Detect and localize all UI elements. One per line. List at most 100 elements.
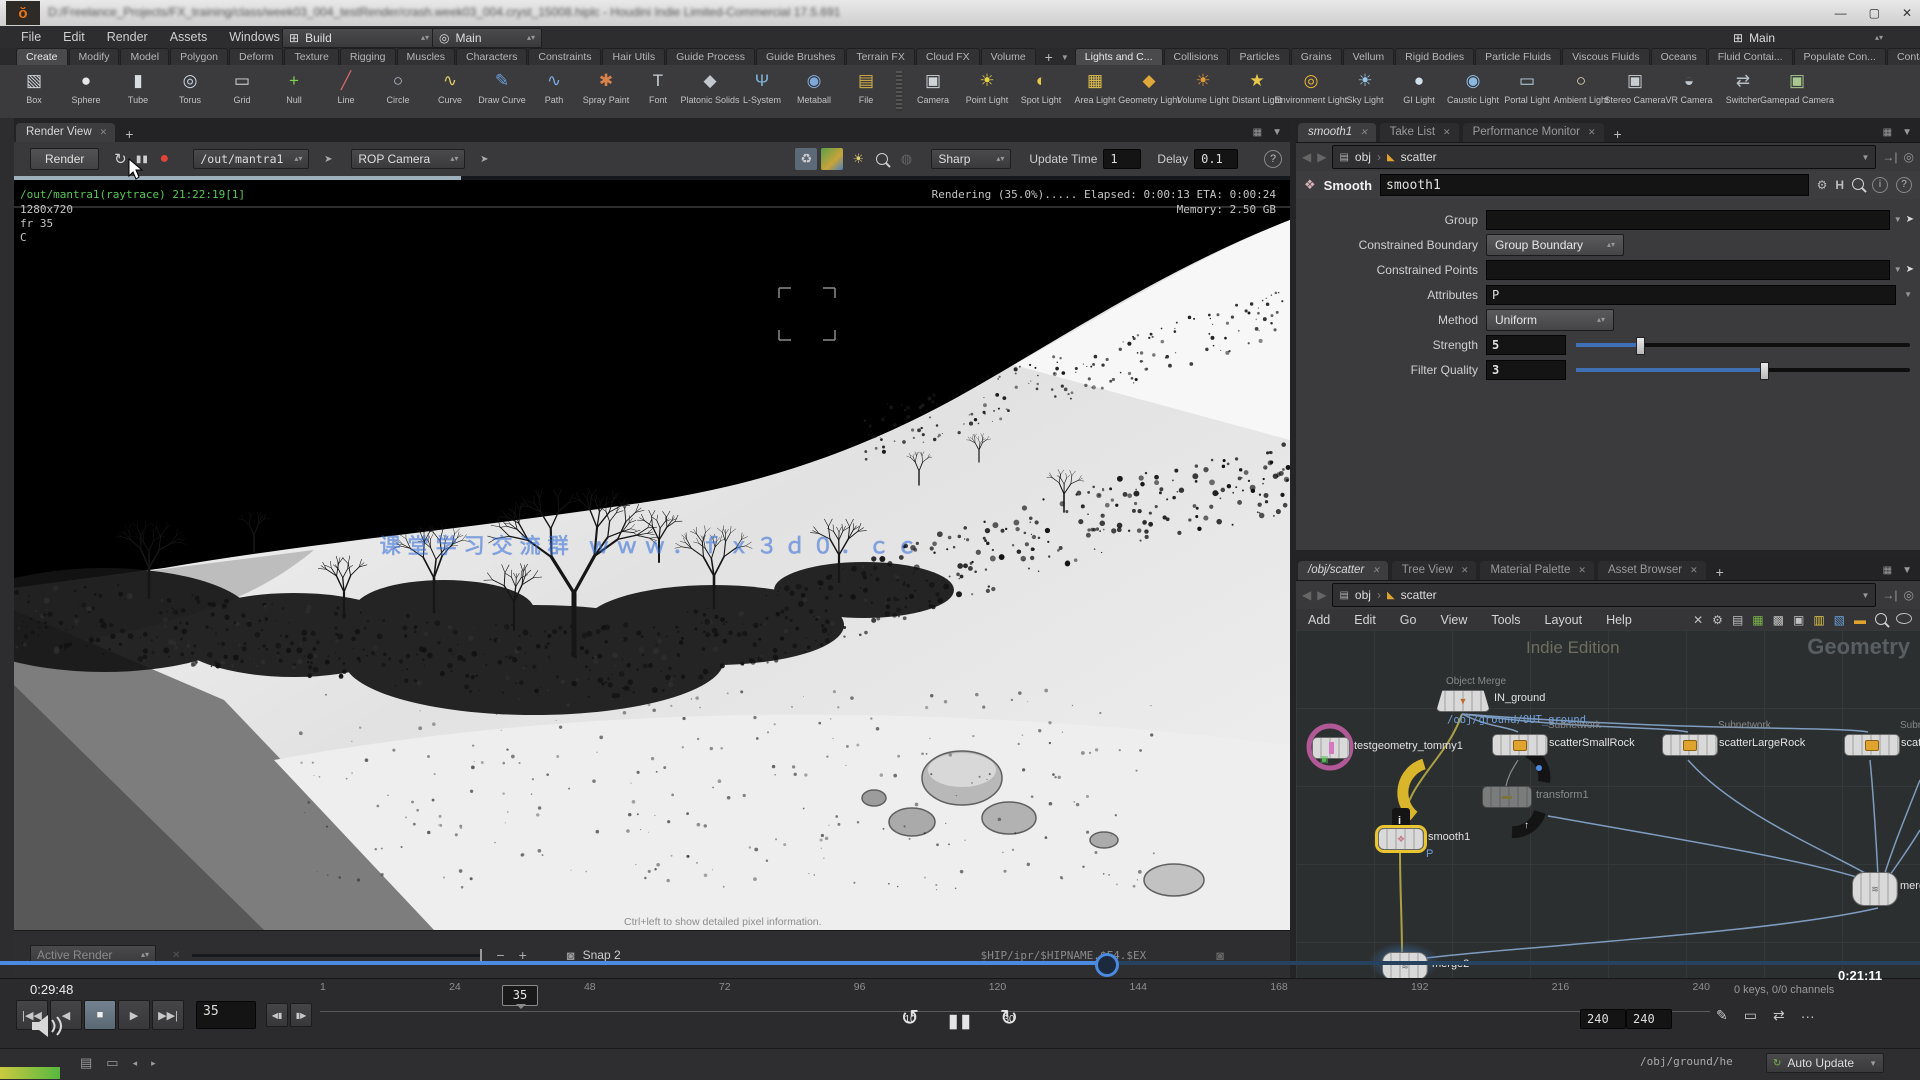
pane-maximize-icon[interactable]: ▦ bbox=[1883, 565, 1892, 576]
shelf-tab[interactable]: Populate Con... bbox=[1794, 48, 1886, 65]
help-icon[interactable]: ? bbox=[1264, 150, 1282, 168]
shelf-tab[interactable]: Constraints bbox=[528, 48, 601, 65]
shelf-tool[interactable]: ▦ Area Light bbox=[1068, 69, 1122, 105]
shelf-tool[interactable]: ▤ File bbox=[840, 69, 892, 105]
range-end-field[interactable]: 240 bbox=[1626, 1009, 1672, 1029]
shelf-tab[interactable]: Cloud FX bbox=[916, 48, 980, 65]
toolbox-icon[interactable]: ▬ bbox=[1854, 613, 1866, 627]
menu-item[interactable]: Add bbox=[1296, 613, 1342, 627]
update-time-field[interactable]: 1 bbox=[1103, 149, 1141, 169]
nav-back-icon[interactable]: ◀ bbox=[1302, 588, 1311, 602]
filter-quality-field[interactable]: 3 bbox=[1486, 360, 1566, 380]
shelf-tool[interactable]: ☀ Volume Light bbox=[1176, 69, 1230, 105]
video-progress-bar[interactable] bbox=[0, 961, 1920, 965]
grid-color-icon[interactable]: ▦ bbox=[1752, 613, 1763, 627]
add-pane-tab-button[interactable]: + bbox=[117, 126, 141, 142]
group-menu-icon[interactable]: ▼ bbox=[1890, 215, 1906, 224]
pane-tab[interactable]: Performance Monitor✕ bbox=[1463, 123, 1604, 142]
shelf-tab[interactable]: Guide Brushes bbox=[756, 48, 845, 65]
method-dropdown[interactable]: Uniform ▴▾ bbox=[1486, 309, 1614, 331]
attributes-field[interactable]: P bbox=[1486, 285, 1896, 305]
menu-item[interactable]: File bbox=[10, 26, 52, 48]
shelf-tool[interactable]: ▣ Stereo Camera bbox=[1608, 69, 1662, 105]
nav-forward-icon[interactable]: ▶ bbox=[1317, 150, 1326, 164]
desk-selector-right[interactable]: ⊞ Main ▴▾ bbox=[1726, 28, 1890, 48]
node-help-icon[interactable]: ? bbox=[1896, 177, 1912, 193]
shelf-tool[interactable]: ◎ Torus bbox=[164, 69, 216, 105]
shelf-tool[interactable]: T Font bbox=[632, 69, 684, 105]
menu-item[interactable]: Windows bbox=[218, 26, 291, 48]
node-transform1[interactable] bbox=[1482, 786, 1532, 808]
points-select-arrow-icon[interactable]: ➤ bbox=[1906, 264, 1920, 275]
whiteboard-icon[interactable]: ▤ bbox=[80, 1055, 92, 1071]
menu-item[interactable]: Render bbox=[96, 26, 159, 48]
info-icon[interactable]: i bbox=[1872, 177, 1888, 193]
visibility-icon[interactable] bbox=[1896, 613, 1912, 627]
stop-render-icon[interactable]: ● bbox=[153, 148, 175, 170]
minimize-button[interactable]: — bbox=[1835, 6, 1847, 20]
tools-icon[interactable]: ✕ bbox=[1693, 613, 1703, 627]
add-shelf-tab-button[interactable]: + bbox=[1037, 49, 1061, 65]
shelf-tool[interactable]: ◆ Platonic Solids bbox=[684, 69, 736, 105]
step-back-button[interactable]: ◀▮ bbox=[266, 1003, 288, 1027]
menu-item[interactable]: Assets bbox=[159, 26, 219, 48]
sticky-note-icon[interactable]: ▥ bbox=[1813, 613, 1824, 627]
menu-item[interactable]: Layout bbox=[1533, 613, 1595, 627]
skip-back-10-button[interactable]: ↺ 10 bbox=[893, 1008, 927, 1025]
background-image-icon[interactable]: ▧ bbox=[1834, 613, 1845, 627]
desktop-selector[interactable]: ⊞ Build ▴▾ bbox=[282, 28, 436, 48]
node-testgeometry[interactable] bbox=[1312, 737, 1350, 759]
nav-back-icon[interactable]: ◀ bbox=[1302, 150, 1311, 164]
shelf-tab[interactable]: Oceans bbox=[1651, 48, 1707, 65]
menu-item[interactable]: Edit bbox=[1342, 613, 1388, 627]
range-start-field[interactable]: 240 bbox=[1580, 1009, 1626, 1029]
tree-icon[interactable]: ⚙ bbox=[1712, 613, 1723, 627]
strength-slider[interactable] bbox=[1576, 343, 1910, 347]
shelf-tool[interactable]: ✱ Spray Paint bbox=[580, 69, 632, 105]
tab-render-view[interactable]: Render View✕ bbox=[16, 123, 115, 142]
path-node[interactable]: scatter bbox=[1401, 150, 1437, 164]
follow-icon[interactable]: ◎ bbox=[1904, 150, 1914, 164]
shelf-tab[interactable]: Container Tools bbox=[1887, 48, 1920, 65]
shelf-tab[interactable]: Muscles bbox=[397, 48, 456, 65]
shelf-tool[interactable]: ◆ Geometry Light bbox=[1122, 69, 1176, 105]
menu-item[interactable]: View bbox=[1428, 613, 1479, 627]
pane-tab[interactable]: Asset Browser✕ bbox=[1598, 561, 1706, 580]
shelf-tool[interactable]: ▮ Tube bbox=[112, 69, 164, 105]
node-scatter-small-rock[interactable] bbox=[1492, 734, 1548, 756]
shelf-tab[interactable]: Texture bbox=[284, 48, 338, 65]
pane-tab[interactable]: Take List✕ bbox=[1380, 123, 1459, 142]
shelf-tab[interactable]: Rigid Bodies bbox=[1395, 48, 1474, 65]
hscript-icon[interactable]: H bbox=[1835, 178, 1844, 192]
node-scatter-large-rock[interactable] bbox=[1662, 734, 1718, 756]
add-pane-tab-button[interactable]: + bbox=[1606, 126, 1630, 142]
menu-item[interactable]: Help bbox=[1594, 613, 1644, 627]
network-canvas[interactable]: Indie Edition Geometry ↑ bbox=[1296, 630, 1920, 978]
go-to-end-button[interactable]: ▶▶| bbox=[152, 1000, 184, 1030]
skip-forward-30-button[interactable]: ↻ 30 bbox=[992, 1008, 1026, 1025]
search-icon[interactable] bbox=[1875, 613, 1887, 628]
camera-selector[interactable]: ROP Camera ▴▾ bbox=[351, 149, 465, 169]
shelf-tab[interactable]: Volume bbox=[981, 48, 1036, 65]
rop-picker-icon[interactable]: ➤ bbox=[317, 148, 339, 170]
shelf-tool[interactable]: Ψ L-System bbox=[736, 69, 788, 105]
path-root[interactable]: obj bbox=[1355, 588, 1371, 602]
shelf-tab[interactable]: Characters bbox=[456, 48, 527, 65]
shelf-tab[interactable]: Rigging bbox=[340, 48, 396, 65]
add-pane-tab-button[interactable]: + bbox=[1708, 564, 1732, 580]
shelf-tab[interactable]: Particles bbox=[1229, 48, 1289, 65]
pane-tab[interactable]: Material Palette✕ bbox=[1480, 561, 1593, 580]
stop-button[interactable]: ■ bbox=[84, 1000, 116, 1030]
close-tab-icon[interactable]: ✕ bbox=[100, 127, 108, 138]
render-button[interactable]: Render bbox=[30, 148, 99, 170]
gear-icon[interactable]: ⚙ bbox=[1817, 178, 1828, 192]
group-field[interactable] bbox=[1486, 210, 1890, 230]
node-scatter-clipped[interactable] bbox=[1844, 734, 1900, 756]
resize-icon[interactable]: ⇄ bbox=[1773, 1007, 1785, 1024]
shelf-tool[interactable]: ∿ Curve bbox=[424, 69, 476, 105]
attributes-menu-icon[interactable]: ▼ bbox=[1896, 290, 1920, 299]
node-name-field[interactable]: smooth1 bbox=[1380, 174, 1809, 196]
delete-snapshot-icon[interactable]: ✕ bbox=[172, 950, 180, 961]
snapshot-path[interactable]: $HIP/ipr/$HIPNAME.$F4.$EX bbox=[981, 949, 1147, 962]
points-menu-icon[interactable]: ▼ bbox=[1890, 265, 1906, 274]
